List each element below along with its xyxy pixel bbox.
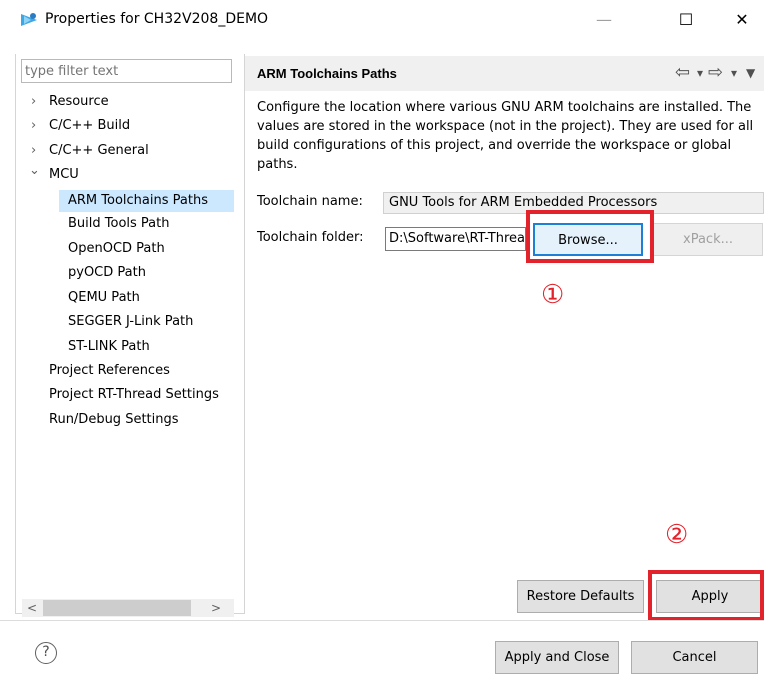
tree-item-arm-toolchains-paths[interactable]: ARM Toolchains Paths (68, 190, 208, 212)
tree-item-project-references[interactable]: Project References (49, 360, 170, 382)
toolchain-folder-input[interactable]: D:\Software\RT-Thread (385, 227, 526, 251)
left-tree-pane (15, 54, 245, 614)
back-arrow-icon[interactable]: ⇦ (675, 62, 690, 84)
xpack-button[interactable]: xPack... (653, 223, 763, 256)
cancel-button[interactable]: Cancel (631, 641, 758, 674)
scroll-right-icon[interactable]: > (206, 599, 226, 617)
expand-arrow-icon[interactable]: › (31, 91, 36, 113)
filter-input[interactable] (21, 59, 232, 83)
collapse-arrow-icon[interactable]: ⌄ (29, 160, 40, 182)
tree-item-resource[interactable]: Resource (49, 91, 109, 113)
tree-item-build-tools-path[interactable]: Build Tools Path (68, 213, 169, 235)
restore-defaults-button[interactable]: Restore Defaults (517, 580, 644, 613)
tree-item-pyocd-path[interactable]: pyOCD Path (68, 262, 146, 284)
scroll-left-icon[interactable]: < (22, 599, 42, 617)
toolchain-name-label: Toolchain name: (257, 194, 363, 209)
scrollbar-thumb[interactable] (43, 600, 191, 616)
tree-item-cpp-general[interactable]: C/C++ General (49, 140, 149, 162)
toolchain-folder-label: Toolchain folder: (257, 230, 364, 245)
tree-item-cpp-build[interactable]: C/C++ Build (49, 115, 130, 137)
tree-item-run-debug-settings[interactable]: Run/Debug Settings (49, 409, 179, 431)
forward-dropdown-icon[interactable]: ▾ (731, 62, 737, 84)
footer-divider (0, 620, 764, 621)
maximize-button[interactable]: ☐ (666, 6, 706, 34)
window-title: Properties for CH32V208_DEMO (45, 11, 269, 27)
view-menu-icon[interactable]: ▼ (746, 62, 755, 84)
apply-and-close-button[interactable]: Apply and Close (495, 641, 619, 674)
help-icon[interactable]: ? (35, 642, 57, 664)
tree-item-segger-jlink-path[interactable]: SEGGER J-Link Path (68, 311, 193, 333)
forward-arrow-icon[interactable]: ⇨ (708, 62, 723, 84)
annotation-mark-1: ① (541, 280, 565, 310)
annotation-highlight-browse (526, 210, 654, 263)
expand-arrow-icon[interactable]: › (31, 140, 36, 162)
minimize-button[interactable]: — (584, 6, 624, 34)
back-dropdown-icon[interactable]: ▾ (697, 62, 703, 84)
page-title: ARM Toolchains Paths (257, 66, 397, 81)
annotation-mark-2: ② (665, 520, 689, 550)
page-description: Configure the location where various GNU… (257, 100, 754, 172)
tree-item-project-rt-thread-settings[interactable]: Project RT-Thread Settings (49, 384, 229, 406)
tree-item-mcu[interactable]: MCU (49, 164, 79, 186)
expand-arrow-icon[interactable]: › (31, 115, 36, 137)
tree-item-openocd-path[interactable]: OpenOCD Path (68, 238, 165, 260)
annotation-highlight-apply (648, 570, 764, 621)
tree-item-qemu-path[interactable]: QEMU Path (68, 287, 140, 309)
tree-item-stlink-path[interactable]: ST-LINK Path (68, 336, 150, 358)
close-button[interactable]: ✕ (722, 6, 762, 34)
app-icon (21, 13, 37, 26)
